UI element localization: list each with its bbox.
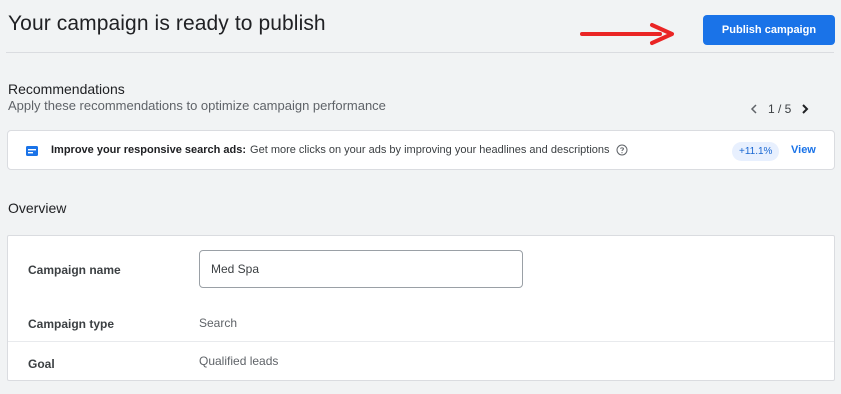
recommendations-pager: 1 / 5 [748,101,811,117]
recommendation-text: Improve your responsive search ads: Get … [51,144,628,156]
pager-count: 1 / 5 [768,102,792,116]
recommendation-headline: Improve your responsive search ads: [51,144,247,156]
goal-label: Goal [28,357,55,371]
campaign-type-value: Search [199,316,238,330]
chevron-left-icon[interactable] [748,103,760,115]
right-arrow-icon [580,23,674,45]
view-recommendation-link[interactable]: View [791,144,816,156]
chevron-right-icon[interactable] [799,103,811,115]
header-divider [6,52,834,53]
goal-value: Qualified leads [199,354,279,368]
overview-card: Campaign name Campaign type Search Goal … [7,235,835,381]
ad-recommendation-icon [26,146,38,156]
overview-title: Overview [8,200,67,216]
campaign-type-label: Campaign type [28,317,115,331]
campaign-name-input[interactable] [199,250,523,288]
overview-divider [8,341,834,342]
campaign-review-page: Your campaign is ready to publish Publis… [0,0,841,394]
publish-campaign-button[interactable]: Publish campaign [703,15,835,45]
page-title: Your campaign is ready to publish [8,12,326,35]
recommendation-card: Improve your responsive search ads: Get … [7,130,835,170]
campaign-name-label: Campaign name [28,263,121,277]
help-circle-icon[interactable] [616,144,628,156]
recommendations-subtitle: Apply these recommendations to optimize … [8,98,386,113]
recommendations-title: Recommendations [8,81,125,97]
recommendation-body: Get more clicks on your ads by improving… [250,144,610,156]
uplift-badge: +11.1% [732,142,780,161]
